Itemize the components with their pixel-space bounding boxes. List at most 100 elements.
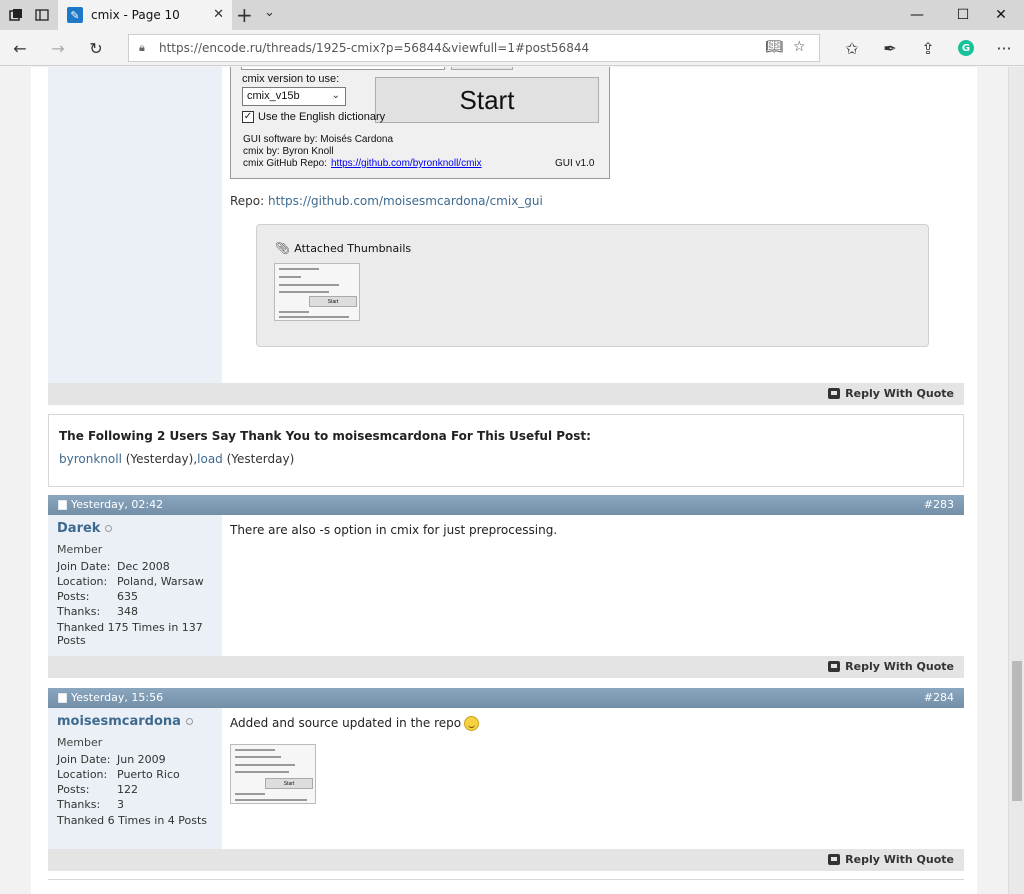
minimize-icon[interactable]: — (894, 0, 940, 30)
post-message: There are also -s option in cmix for jus… (230, 523, 558, 537)
post-footer-bar: Reply With Quote (48, 849, 964, 871)
post-icon (58, 692, 67, 703)
forum-content: cmix version to use: cmix_v15b ⌄ Start ✓… (31, 67, 977, 894)
pen-notes-icon[interactable]: ✒ (878, 36, 902, 60)
gui-version-label: cmix version to use: (242, 73, 340, 85)
join-date-value: Dec 2008 (117, 560, 170, 573)
quote-icon (828, 388, 841, 399)
post-date: Yesterday, 15:56 (58, 691, 163, 704)
location-value: Poland, Warsaw (117, 575, 204, 588)
attachments-box: 📎︎ Attached Thumbnails Start (256, 224, 929, 347)
tab-title: cmix - Page 10 (91, 8, 180, 22)
attachment-thumbnail[interactable]: Start (274, 263, 360, 321)
refresh-icon[interactable]: ↻ (84, 36, 108, 60)
back-arrow-icon[interactable]: ← (8, 36, 32, 60)
post-body: There are also -s option in cmix for jus… (222, 515, 964, 656)
gui-version-text: GUI v1.0 (555, 158, 595, 169)
offline-status-icon (105, 525, 113, 532)
post-icon (58, 499, 67, 510)
thanks-box: The Following 2 Users Say Thank You to m… (48, 414, 964, 487)
url-text: https://encode.ru/threads/1925-cmix?p=56… (159, 41, 590, 55)
location-label: Location: (57, 575, 108, 588)
chevron-down-icon[interactable]: ⌄ (264, 5, 275, 20)
post-header: Yesterday, 15:56 #284 (48, 688, 964, 708)
scrollbar-thumb[interactable] (1012, 661, 1022, 801)
user-title: Member (57, 543, 103, 556)
gui-version-select: cmix_v15b ⌄ (242, 87, 346, 106)
thanks-title: The Following 2 Users Say Thank You to m… (59, 429, 591, 443)
posts-value: 635 (117, 590, 138, 603)
join-date-label: Join Date: (57, 753, 111, 766)
reply-with-quote-button[interactable]: Reply With Quote (828, 660, 954, 673)
forward-arrow-icon[interactable]: → (46, 36, 70, 60)
close-tab-icon[interactable]: ✕ (213, 7, 224, 22)
post-date: Yesterday, 02:42 (58, 498, 163, 511)
location-value: Puerto Rico (117, 768, 180, 781)
join-date-label: Join Date: (57, 560, 111, 573)
reply-with-quote-button[interactable]: Reply With Quote (828, 853, 954, 866)
post-footer-bar: Reply With Quote (48, 656, 964, 678)
post-user-sidebar (48, 67, 222, 383)
attachment-thumbnail[interactable]: Start (230, 744, 316, 804)
thanked-count: Thanked 175 Times in 137 Posts (57, 621, 203, 647)
username-link[interactable]: Darek (57, 521, 113, 536)
gui-repo-link: https://github.com/byronknoll/cmix (331, 158, 482, 169)
gui-file-input (241, 67, 445, 70)
post-footer-bar: Reply With Quote (48, 383, 964, 405)
post-number-link[interactable]: #284 (924, 691, 954, 704)
favorites-hub-icon[interactable]: ✩ (840, 36, 864, 60)
repo-prefix: Repo: (230, 194, 265, 208)
post-header: Yesterday, 02:42 #283 (48, 495, 964, 515)
page-scrollbar[interactable] (1008, 67, 1024, 894)
gui-credit-cmix: cmix by: Byron Knoll (243, 146, 334, 157)
posts-label: Posts: (57, 783, 90, 796)
gui-browse-button (451, 67, 513, 70)
post-message: Added and source updated in the repo (230, 716, 480, 731)
thanks-user-link[interactable]: load (197, 452, 223, 466)
gui-repo-label: cmix GitHub Repo: (243, 158, 327, 169)
username-link[interactable]: moisesmcardona (57, 714, 193, 729)
favorite-star-icon[interactable]: ☆ (793, 39, 806, 55)
repo-line: Repo: https://github.com/moisesmcardona/… (230, 194, 543, 208)
reading-view-icon[interactable]: 📖︎ (765, 39, 783, 55)
close-window-icon[interactable]: ✕ (978, 0, 1024, 30)
post-number-link[interactable]: #283 (924, 498, 954, 511)
repo-link[interactable]: https://github.com/moisesmcardona/cmix_g… (268, 194, 543, 208)
attachments-title: 📎︎ Attached Thumbnails (275, 241, 412, 255)
next-post-edge (48, 879, 964, 894)
join-date-value: Jun 2009 (117, 753, 166, 766)
thanks-label: Thanks: (57, 605, 101, 618)
active-tab[interactable]: ✎ cmix - Page 10 ✕ (58, 0, 232, 30)
thanks-user-link[interactable]: byronknoll (59, 452, 122, 466)
posts-label: Posts: (57, 590, 90, 603)
post-user-sidebar: Darek Member Join Date: Dec 2008 Locatio… (48, 515, 222, 656)
user-title: Member (57, 736, 103, 749)
quote-icon (828, 854, 841, 865)
new-tab-icon[interactable]: + (236, 3, 253, 27)
thanks-value: 348 (117, 605, 138, 618)
thanks-label: Thanks: (57, 798, 101, 811)
post-body: Added and source updated in the repo Sta… (222, 708, 964, 849)
more-menu-icon[interactable]: ··· (992, 36, 1016, 60)
thanks-users: byronknoll (Yesterday),load (Yesterday) (59, 452, 295, 466)
posts-value: 122 (117, 783, 138, 796)
wrench-favicon-icon: ✎ (67, 7, 83, 23)
lock-icon: 🔒︎ (139, 41, 145, 54)
share-icon[interactable]: ⇪ (916, 36, 940, 60)
paperclip-icon: 📎︎ (275, 241, 291, 255)
gui-credit-gui: GUI software by: Moisés Cardona (243, 134, 394, 145)
page-viewport: cmix version to use: cmix_v15b ⌄ Start ✓… (0, 67, 1008, 894)
chevron-down-icon: ⌄ (331, 90, 340, 101)
grammarly-icon[interactable]: G (954, 36, 978, 60)
gui-checkbox-icon: ✓ (242, 111, 254, 123)
reply-with-quote-button[interactable]: Reply With Quote (828, 387, 954, 400)
address-bar[interactable]: 🔒︎ https://encode.ru/threads/1925-cmix?p… (128, 34, 820, 62)
browser-nav-bar: ← → ↻ 🔒︎ https://encode.ru/threads/1925-… (0, 30, 1024, 66)
gui-screenshot-image: cmix version to use: cmix_v15b ⌄ Start ✓… (230, 67, 610, 179)
smiley-icon (464, 716, 480, 731)
tabs-aside-icon[interactable] (32, 5, 52, 25)
gui-dict-label: Use the English dictionary (258, 111, 386, 123)
quote-icon (828, 661, 841, 672)
thanked-count: Thanked 6 Times in 4 Posts (57, 814, 208, 827)
tab-actions-icon[interactable] (6, 5, 26, 25)
